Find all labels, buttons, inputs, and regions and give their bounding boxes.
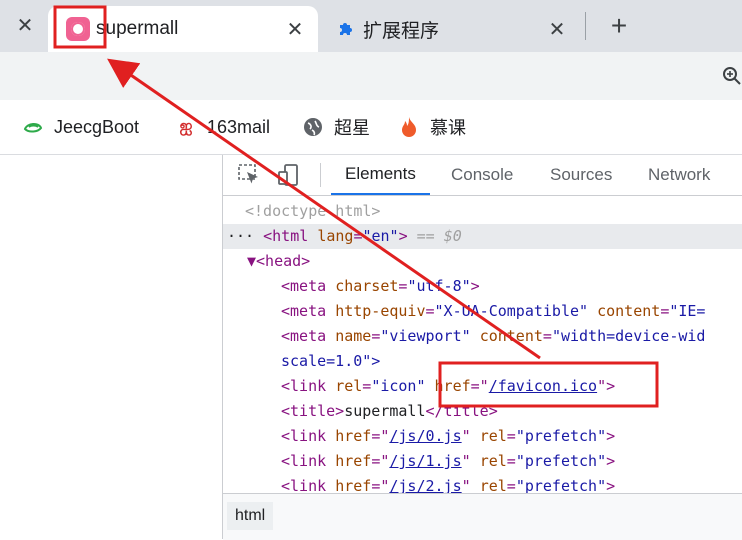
bookmarks-bar: JeecgBoot ஐ 163mail 超星 慕课 (0, 100, 742, 155)
dom-tree: <!doctype html> ··· <html lang="en"> == … (223, 197, 742, 493)
tab-separator (585, 12, 586, 40)
tab-title: 扩展程序 (363, 20, 440, 42)
tab-close-icon[interactable]: ✕ (544, 16, 570, 42)
dom-line-link-js0[interactable]: <link href="/js/0.js" rel="prefetch"> (281, 424, 742, 449)
tab-network[interactable]: Network (648, 155, 710, 195)
address-toolbar (0, 52, 742, 100)
tab-close-icon[interactable]: ✕ (282, 16, 308, 42)
favicon-href-link[interactable]: /favicon.ico (489, 377, 597, 395)
globe-icon (302, 116, 324, 138)
tab-console[interactable]: Console (451, 155, 513, 195)
zoom-in-icon[interactable] (722, 66, 742, 86)
dom-line-html[interactable]: ··· <html lang="en"> == $0 (223, 224, 742, 249)
bookmark-label: 慕课 (430, 118, 466, 138)
breadcrumb-html[interactable]: html (227, 502, 274, 530)
dom-line-doctype[interactable]: <!doctype html> (245, 199, 742, 224)
mail163-icon: ஐ (179, 118, 193, 135)
devtools-toolbar: Elements Console Sources Network (223, 155, 742, 196)
bookmark-label: JeecgBoot (54, 116, 140, 137)
devtools-breadcrumb-bar: html (223, 493, 742, 540)
flame-icon (398, 116, 420, 138)
tab-strip: ✕ supermall ✕ 扩展程序 ✕ + (0, 0, 742, 52)
devtools-panel: Elements Console Sources Network <!docty… (223, 155, 742, 540)
dom-line-meta-viewport[interactable]: <meta name="viewport" content="width=dev… (281, 324, 742, 349)
toolbar-divider (320, 163, 321, 187)
previous-tab-close-icon[interactable]: ✕ (10, 10, 40, 40)
device-toolbar-icon[interactable] (277, 163, 301, 187)
tab-sources[interactable]: Sources (550, 155, 612, 195)
supermall-flower-icon (66, 17, 90, 41)
dom-line-link-icon[interactable]: <link rel="icon" href="/favicon.ico"> (281, 374, 742, 399)
dom-line-link-js1[interactable]: <link href="/js/1.js" rel="prefetch"> (281, 449, 742, 474)
dom-line-head[interactable]: ▼<head> (247, 249, 742, 274)
page-content-area (0, 155, 223, 539)
tab-supermall[interactable]: supermall ✕ (48, 6, 318, 52)
bookmark-label: 163mail (207, 116, 271, 137)
bookmark-jeecgboot[interactable]: JeecgBoot (22, 114, 139, 140)
bookmark-163mail[interactable]: ஐ 163mail (175, 114, 270, 140)
jeecg-icon (22, 116, 44, 138)
tab-title: supermall (96, 18, 179, 39)
bookmark-chaoxing[interactable]: 超星 (302, 114, 370, 140)
bookmark-mooc[interactable]: 慕课 (398, 114, 466, 140)
dom-line-meta-viewport-cont: scale=1.0"> (281, 352, 381, 370)
puzzle-icon (335, 18, 357, 40)
dom-line-meta-charset[interactable]: <meta charset="utf-8"> (281, 274, 742, 299)
dom-line-title[interactable]: <title>supermall</title> (281, 399, 742, 424)
new-tab-plus-icon[interactable]: + (603, 10, 635, 42)
tab-elements[interactable]: Elements (331, 155, 430, 195)
dom-line-link-js2[interactable]: <link href="/js/2.js" rel="prefetch"> (281, 474, 742, 493)
bookmark-label: 超星 (334, 118, 370, 138)
tab-extensions[interactable]: 扩展程序 ✕ (325, 6, 580, 52)
inspect-element-icon[interactable] (237, 163, 261, 187)
dom-line-meta-http-equiv[interactable]: <meta http-equiv="X-UA-Compatible" conte… (281, 299, 742, 324)
